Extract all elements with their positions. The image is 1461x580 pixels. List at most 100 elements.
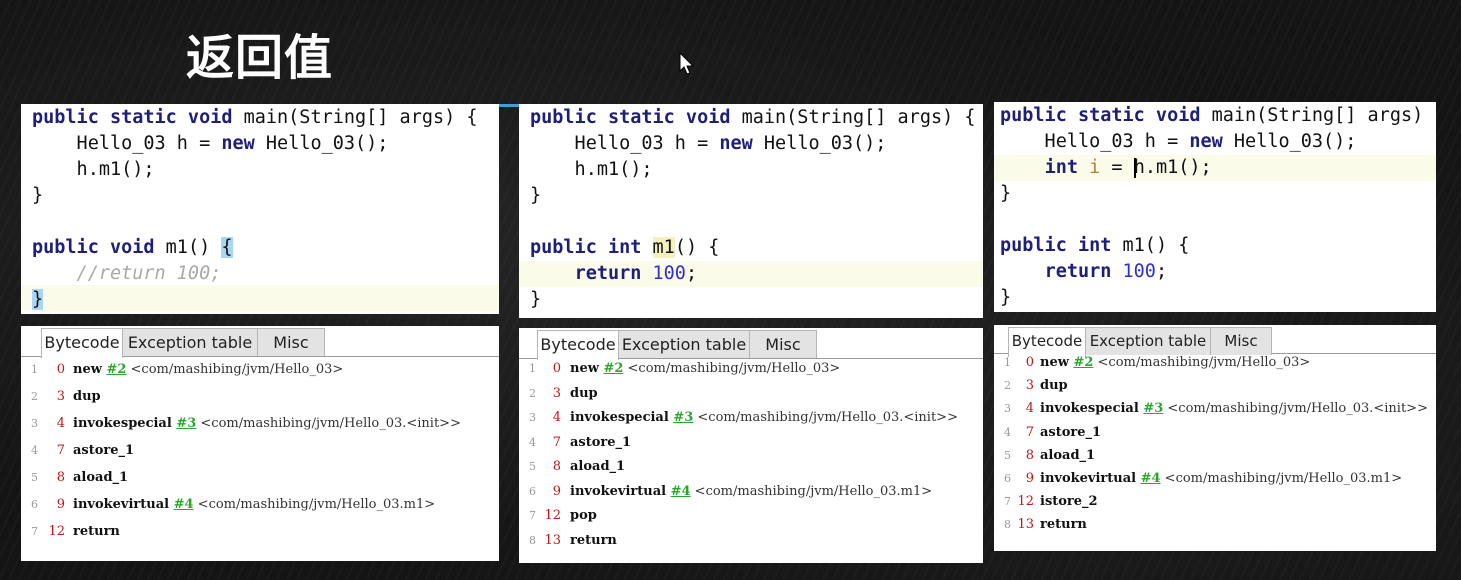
bytecode-offset: 4 [1025, 401, 1034, 417]
constant-pool-link[interactable]: #3 [673, 410, 693, 425]
bytecode-offset: 3 [552, 385, 561, 401]
bytecode-row: 7 12 return [21, 520, 499, 544]
bytecode-row: 3 4 invokespecial #3 <com/mashibing/jvm/He… [21, 412, 499, 436]
code-line: public int m1() { [1000, 235, 1190, 256]
bytecode-row: 4 7 astore_1 [21, 439, 499, 463]
bytecode-offset: 9 [1025, 471, 1034, 486]
selection-edge [499, 104, 521, 107]
constant-pool-link[interactable]: #2 [603, 361, 623, 376]
constant-pool-link[interactable]: #3 [176, 416, 196, 431]
code-line: } [32, 185, 44, 206]
bytecode-instruction: astore_1 [1040, 421, 1101, 445]
code-line: Hello_03 h = new Hello_03(); [530, 133, 887, 154]
code-line: return 100; [574, 263, 698, 284]
opcode: dup [570, 385, 598, 401]
code-line: } [1000, 183, 1012, 204]
bytecode-offset: 4 [552, 410, 561, 425]
tab-misc[interactable]: Misc [257, 328, 325, 356]
bytecode-instruction: new #2 <com/mashibing/jvm/Hello_03> [570, 357, 840, 381]
tab-bytecode[interactable]: Bytecode [537, 330, 619, 360]
bytecode-row: 1 0 new #2 <com/mashibing/jvm/Hello_03> [994, 351, 1436, 375]
code-line: h.m1(); [530, 159, 653, 180]
tab-exception-table[interactable]: Exception table [618, 330, 750, 358]
tab-misc[interactable]: Misc [749, 330, 817, 358]
bytecode-argument: <com/mashibing/jvm/Hello_03> [126, 362, 344, 377]
bytecode-instruction: invokevirtual #4 <com/mashibing/jvm/Hell… [570, 480, 932, 504]
tab-exception-table[interactable]: Exception table [122, 328, 258, 356]
bytecode-instruction: istore_2 [1040, 490, 1098, 514]
bytecode-row: 3 4 invokespecial #3 <com/mashibing/jvm/He… [994, 397, 1436, 421]
constant-pool-link[interactable]: #4 [671, 484, 691, 499]
bytecode-offset: 12 [48, 524, 65, 539]
code-line: return 100; [1044, 261, 1168, 282]
opcode: new [1040, 355, 1069, 370]
bytecode-instruction: aload_1 [570, 455, 625, 479]
tab-bar: Bytecode Exception table Misc [519, 328, 983, 360]
bytecode-row: 8 13 return [994, 513, 1436, 537]
code-editor-3[interactable]: public static void main(String[] args) {… [994, 102, 1436, 312]
bytecode-offset: 7 [552, 434, 561, 450]
bytecode-offset: 0 [56, 362, 65, 377]
bytecode-row: 5 8 aload_1 [21, 466, 499, 490]
constant-pool-link[interactable]: #4 [174, 497, 194, 512]
constant-pool-link[interactable]: #2 [1073, 355, 1093, 370]
opcode: astore_1 [73, 443, 135, 458]
mouse-cursor-icon [679, 52, 695, 75]
tab-bar: Bytecode Exception table Misc [994, 325, 1436, 357]
bytecode-row: 2 3 dup [994, 374, 1436, 398]
bytecode-instruction: invokespecial #3 <com/mashibing/jvm/Hell… [570, 406, 958, 430]
opcode: invokevirtual [570, 483, 667, 499]
code-line: public int m1() { [530, 237, 720, 258]
bytecode-instruction: new #2 <com/mashibing/jvm/Hello_03> [73, 358, 343, 382]
bytecode-instruction: return [1040, 513, 1087, 537]
bytecode-viewer-2: Bytecode Exception table Misc 1 0 new #2 <… [519, 328, 983, 563]
line-number: 6 [31, 498, 38, 511]
bytecode-row: 6 9 invokevirtual #4 <com/mashibing/jvm/He… [21, 493, 499, 517]
code-line: public static void main(String[] args) { [32, 107, 478, 128]
bytecode-argument: <com/mashibing/jvm/Hello_03.<init>> [1163, 401, 1428, 417]
bytecode-row: 1 0 new #2 <com/mashibing/jvm/Hello_03> [21, 358, 499, 382]
opcode: invokevirtual [73, 497, 170, 512]
bytecode-row: 4 7 astore_1 [519, 431, 983, 455]
bytecode-argument: <com/mashibing/jvm/Hello_03> [623, 361, 841, 376]
bytecode-row: 2 3 dup [519, 382, 983, 406]
tab-bytecode[interactable]: Bytecode [41, 328, 123, 358]
constant-pool-link[interactable]: #3 [1143, 401, 1163, 416]
bytecode-instruction: invokespecial #3 <com/mashibing/jvm/Hell… [73, 412, 461, 436]
bytecode-row: 5 8 aload_1 [519, 455, 983, 479]
bytecode-offset: 12 [544, 508, 561, 523]
slide-title: 返回值 [186, 30, 334, 86]
bytecode-instruction: new #2 <com/mashibing/jvm/Hello_03> [1040, 351, 1310, 375]
bytecode-instruction: return [73, 520, 120, 544]
opcode: return [1040, 517, 1087, 533]
opcode: return [570, 532, 617, 548]
constant-pool-link[interactable]: #2 [106, 362, 126, 377]
opcode: invokespecial [73, 416, 172, 431]
line-number: 4 [31, 444, 38, 457]
bytecode-row: 5 8 aload_1 [994, 444, 1436, 468]
bytecode-argument: <com/mashibing/jvm/Hello_03.<init>> [693, 410, 958, 425]
bytecode-argument: <com/mashibing/jvm/Hello_03.m1> [690, 483, 933, 499]
code-comment: //return 100; [32, 263, 222, 284]
code-editor-1[interactable]: public static void main(String[] args) {… [21, 104, 499, 314]
bytecode-offset: 13 [1017, 517, 1034, 533]
bytecode-argument: <com/mashibing/jvm/Hello_03> [1093, 355, 1311, 370]
bytecode-instruction: pop [570, 504, 597, 528]
opcode: astore_1 [570, 434, 632, 450]
bytecode-instruction: dup [570, 382, 598, 406]
bytecode-row: 2 3 dup [21, 385, 499, 409]
constant-pool-link[interactable]: #4 [1141, 471, 1161, 486]
opcode: astore_1 [1040, 424, 1102, 440]
opcode: aload_1 [73, 470, 129, 485]
bytecode-offset: 8 [56, 470, 65, 485]
code-line: Hello_03 h = new Hello_03(); [32, 133, 389, 154]
bytecode-instruction: dup [1040, 374, 1068, 398]
opcode: return [73, 524, 120, 539]
code-line: Hello_03 h = new Hello_03(); [1000, 131, 1357, 152]
bytecode-offset: 7 [56, 443, 65, 458]
opcode: dup [1040, 378, 1068, 394]
opcode: pop [570, 508, 597, 523]
bytecode-offset: 8 [1025, 447, 1034, 463]
opcode: istore_2 [1040, 494, 1098, 510]
code-editor-2[interactable]: public static void main(String[] args) {… [519, 104, 983, 318]
